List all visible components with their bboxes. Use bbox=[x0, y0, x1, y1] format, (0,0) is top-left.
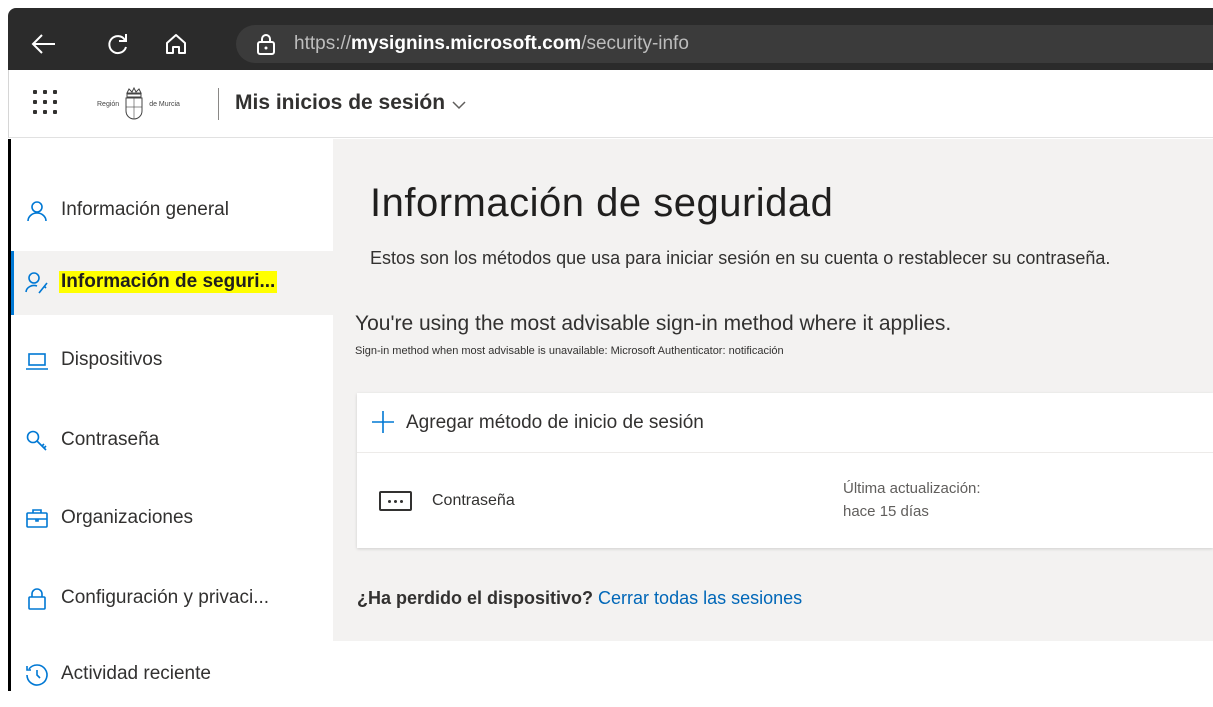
url-text: https://mysignins.microsoft.com/security… bbox=[294, 33, 689, 55]
person-icon bbox=[25, 199, 49, 223]
sidebar-item-label: Información general bbox=[61, 199, 229, 220]
address-bar[interactable]: https://mysignins.microsoft.com/security… bbox=[236, 25, 1213, 63]
sidebar-item-label: Configuración y privaci... bbox=[61, 587, 270, 608]
app-title-dropdown[interactable]: Mis inicios de sesión bbox=[235, 91, 467, 115]
home-button[interactable] bbox=[158, 26, 194, 62]
key-icon bbox=[25, 429, 49, 453]
lock-icon bbox=[25, 587, 49, 611]
sidebar-item-settings-privacy[interactable]: Configuración y privaci... bbox=[11, 567, 335, 631]
lost-device-line: ¿Ha perdido el dispositivo? Cerrar todas… bbox=[357, 588, 802, 609]
briefcase-icon bbox=[25, 507, 49, 531]
lost-device-question: ¿Ha perdido el dispositivo? bbox=[357, 588, 594, 608]
advice-title: You're using the most advisable sign-in … bbox=[355, 312, 952, 335]
logo-text-right: de Murcia bbox=[149, 100, 180, 108]
laptop-icon bbox=[25, 349, 49, 373]
home-icon bbox=[166, 34, 186, 54]
sidebar-item-label: Actividad reciente bbox=[61, 663, 211, 684]
refresh-icon bbox=[108, 34, 127, 55]
url-host: mysignins.microsoft.com bbox=[351, 33, 582, 54]
browser-toolbar: https://mysignins.microsoft.com/security… bbox=[0, 0, 1213, 70]
sidebar-item-security-info[interactable]: Información de seguri... bbox=[11, 251, 335, 315]
person-key-icon bbox=[25, 271, 49, 295]
password-dots-icon bbox=[379, 491, 412, 511]
browser-strip: https://mysignins.microsoft.com/security… bbox=[8, 8, 1213, 70]
page-title: Información de seguridad bbox=[370, 181, 834, 225]
sidebar: Información general Información de segur… bbox=[8, 139, 335, 691]
organization-logo: Región de Murcia bbox=[97, 84, 180, 124]
app-header: Región de Murcia Mis inicios de sesión bbox=[8, 70, 1213, 138]
last-updated-value: hace 15 días bbox=[843, 503, 929, 520]
sidebar-item-overview[interactable]: Información general bbox=[11, 179, 335, 243]
lock-icon bbox=[256, 34, 276, 61]
history-icon bbox=[25, 663, 49, 687]
plus-icon bbox=[371, 410, 395, 434]
sidebar-item-password[interactable]: Contraseña bbox=[11, 409, 335, 473]
active-indicator bbox=[11, 251, 14, 315]
last-updated-label: Última actualización: bbox=[843, 480, 981, 497]
method-name: Contraseña bbox=[432, 492, 515, 509]
coat-of-arms-icon bbox=[125, 87, 143, 120]
app-title: Mis inicios de sesión bbox=[235, 91, 446, 114]
sidebar-item-organizations[interactable]: Organizaciones bbox=[11, 487, 335, 551]
method-row-password: Contraseña Última actualización: hace 15… bbox=[357, 453, 1213, 548]
sidebar-item-recent-activity[interactable]: Actividad reciente bbox=[11, 643, 335, 707]
chevron-down-icon bbox=[452, 101, 466, 110]
header-divider bbox=[218, 88, 219, 120]
sidebar-item-devices[interactable]: Dispositivos bbox=[11, 329, 335, 393]
sidebar-item-label: Dispositivos bbox=[61, 349, 163, 370]
advice-note: Sign-in method when most advisable is un… bbox=[355, 345, 784, 357]
back-button[interactable] bbox=[26, 26, 62, 62]
main-content: Información de seguridad Estos son los m… bbox=[333, 139, 1213, 641]
page-subtitle: Estos son los métodos que usa para inici… bbox=[370, 248, 1111, 268]
sign-out-everywhere-link[interactable]: Cerrar todas las sesiones bbox=[598, 588, 802, 608]
add-method-label: Agregar método de inicio de sesión bbox=[406, 412, 704, 433]
add-method-button[interactable]: Agregar método de inicio de sesión bbox=[357, 393, 1213, 453]
sidebar-item-label: Contraseña bbox=[61, 429, 160, 450]
app-launcher-icon[interactable] bbox=[33, 90, 57, 114]
sidebar-item-label: Información de seguri... bbox=[59, 271, 278, 293]
back-arrow-icon bbox=[31, 34, 55, 54]
refresh-button[interactable] bbox=[100, 26, 136, 62]
url-path: /security-info bbox=[581, 33, 689, 54]
methods-card: Agregar método de inicio de sesión Contr… bbox=[357, 393, 1213, 548]
logo-text-left: Región bbox=[97, 100, 120, 108]
sidebar-item-label: Organizaciones bbox=[61, 507, 194, 528]
url-prefix: https:// bbox=[294, 33, 352, 54]
